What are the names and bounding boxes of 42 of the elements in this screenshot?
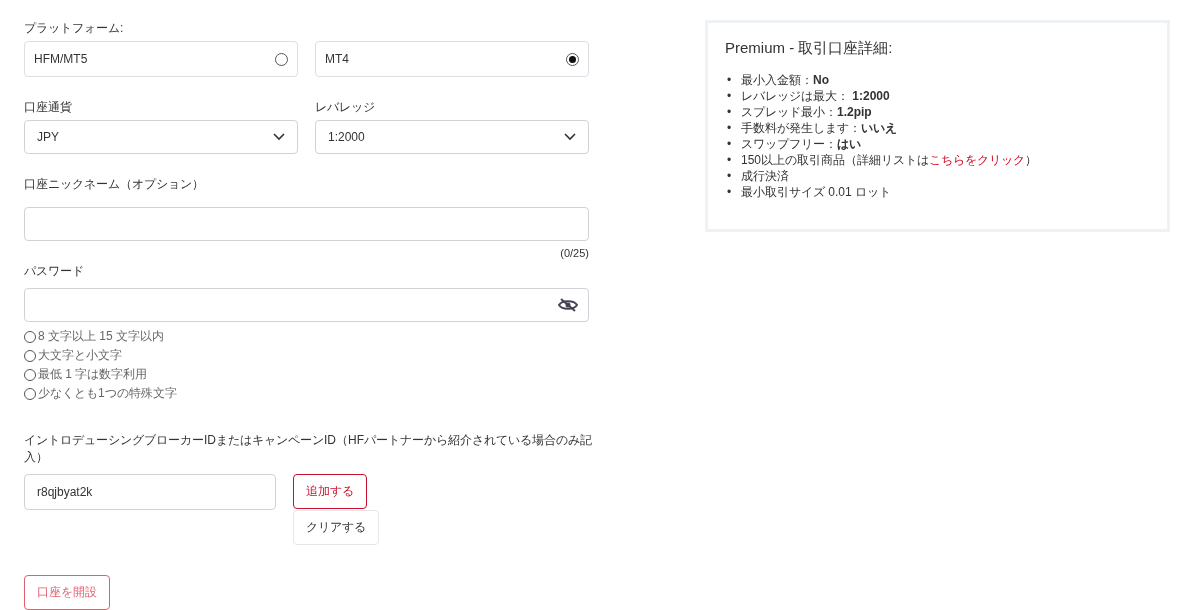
detail-item: 150以上の取引商品（詳細リストはこちらをクリック）: [741, 152, 1038, 168]
chevron-down-icon: [564, 133, 576, 141]
bullet: •: [727, 72, 733, 88]
password-rule: 大文字と小文字: [38, 347, 122, 364]
referral-field[interactable]: r8qjbyat2k: [24, 474, 276, 510]
nickname-field[interactable]: [24, 207, 589, 241]
details-link[interactable]: こちらをクリック: [929, 153, 1026, 167]
clear-button[interactable]: クリアする: [293, 510, 379, 545]
bullet: •: [727, 104, 733, 120]
password-rule: 最低 1 字は数字利用: [38, 366, 148, 383]
field-label: プラットフォーム:: [24, 20, 125, 37]
platform-option[interactable]: MT4: [315, 41, 589, 77]
chevron-down-icon: [273, 133, 285, 141]
detail-item: スワップフリー：はい: [741, 136, 861, 152]
bullet: •: [727, 152, 733, 168]
currency-select[interactable]: JPY: [24, 120, 298, 154]
leverage-select[interactable]: 1:2000: [315, 120, 589, 154]
detail-item: 最小取引サイズ 0.01 ロット: [741, 184, 892, 200]
detail-item: スプレッド最小：1.2pip: [741, 104, 872, 120]
field-label: 口座通貨: [24, 99, 73, 116]
open-account-button[interactable]: 口座を開設: [24, 575, 110, 610]
panel-title: Premium - 取引口座詳細:: [725, 39, 894, 58]
password-rule: 8 文字以上 15 文字以内: [38, 328, 165, 345]
detail-item: レバレッジは最大： 1:2000: [741, 88, 890, 104]
password-rule: 少なくとも1つの特殊文字: [38, 385, 177, 402]
bullet: •: [727, 184, 733, 200]
bullet: •: [727, 88, 733, 104]
detail-item: 成行決済: [741, 168, 789, 184]
add-button[interactable]: 追加する: [293, 474, 367, 509]
character-counter: (0/25): [560, 247, 589, 259]
platform-option[interactable]: HFM/MT5: [24, 41, 298, 77]
eye-off-icon[interactable]: [558, 297, 578, 313]
bullet: •: [727, 120, 733, 136]
password-field[interactable]: [24, 288, 589, 322]
bullet: •: [727, 136, 733, 152]
detail-item: 最小入金額：No: [741, 72, 829, 88]
field-label: パスワード: [24, 263, 85, 280]
detail-item: 手数料が発生します：いいえ: [741, 120, 897, 136]
bullet: •: [727, 168, 733, 184]
field-label: イントロデューシングブローカーIDまたはキャンペーンID（HFパートナーから紹介されている場合のみ記入）: [24, 432, 593, 466]
field-label: レバレッジ: [315, 99, 376, 116]
field-label: 口座ニックネーム（オプション）: [24, 176, 205, 193]
